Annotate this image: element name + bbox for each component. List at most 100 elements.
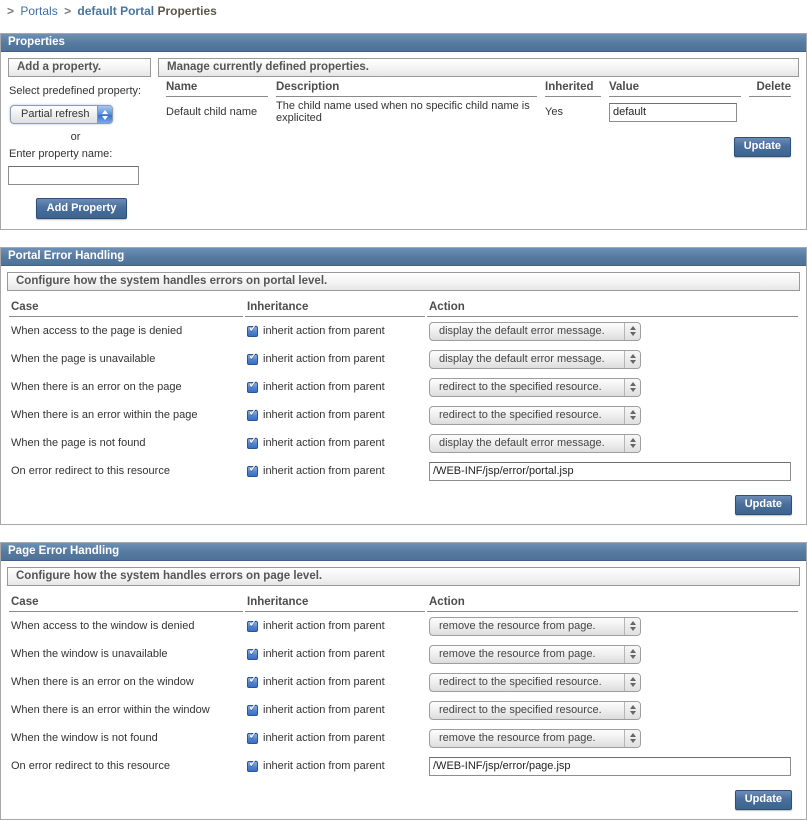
property-inherited: Yes bbox=[545, 97, 601, 127]
properties-section: Properties Add a property. Select predef… bbox=[0, 33, 807, 230]
stepper-down-icon bbox=[630, 444, 636, 448]
select-stepper bbox=[624, 379, 640, 396]
case-label: When the page is unavailable bbox=[9, 345, 243, 373]
stepper-up-icon bbox=[630, 382, 636, 386]
stepper-up-icon bbox=[630, 733, 636, 737]
column-header-action: Action bbox=[427, 297, 798, 317]
select-stepper bbox=[624, 435, 640, 452]
portal-error-subtitle: Configure how the system handles errors … bbox=[7, 272, 800, 291]
stepper-up-icon bbox=[630, 354, 636, 358]
property-name-input[interactable] bbox=[8, 166, 139, 185]
properties-table: Name Description Inherited Value Delete … bbox=[158, 77, 799, 127]
stepper-up-icon bbox=[630, 621, 636, 625]
case-label: On error redirect to this resource bbox=[9, 752, 243, 780]
select-stepper bbox=[624, 618, 640, 635]
properties-update-button[interactable]: Update bbox=[734, 137, 791, 157]
stepper-up-icon bbox=[630, 649, 636, 653]
checkbox-checked-icon: ✓ bbox=[248, 377, 259, 390]
inherit-checkbox[interactable]: ✓ bbox=[247, 705, 258, 716]
select-stepper bbox=[624, 730, 640, 747]
stepper-down-icon bbox=[630, 683, 636, 687]
checkbox-checked-icon: ✓ bbox=[248, 461, 259, 474]
inherit-label: inherit action from parent bbox=[263, 620, 385, 632]
column-header-value: Value bbox=[609, 77, 741, 97]
page-error-update-button[interactable]: Update bbox=[735, 790, 792, 810]
property-name-label: Enter property name: bbox=[9, 148, 151, 160]
inherit-checkbox[interactable]: ✓ bbox=[247, 438, 258, 449]
stepper-up-icon bbox=[630, 410, 636, 414]
inherit-checkbox[interactable]: ✓ bbox=[247, 410, 258, 421]
redirect-resource-input[interactable] bbox=[429, 757, 791, 776]
inherit-label: inherit action from parent bbox=[263, 409, 385, 421]
action-select[interactable]: remove the resource from page. bbox=[429, 729, 641, 748]
property-value-input[interactable] bbox=[609, 103, 737, 122]
action-select[interactable]: redirect to the specified resource. bbox=[429, 378, 641, 397]
inherit-label: inherit action from parent bbox=[263, 732, 385, 744]
page-error-table: Case Inheritance Action When access to t… bbox=[7, 592, 800, 780]
stepper-down-icon bbox=[630, 332, 636, 336]
stepper-down-icon bbox=[630, 739, 636, 743]
redirect-resource-input[interactable] bbox=[429, 462, 791, 481]
action-select[interactable]: display the default error message. bbox=[429, 350, 641, 369]
column-header-action: Action bbox=[427, 592, 798, 612]
action-select[interactable]: display the default error message. bbox=[429, 322, 641, 341]
case-label: When there is an error on the window bbox=[9, 668, 243, 696]
property-description: The child name used when no specific chi… bbox=[276, 97, 537, 127]
breadcrumb-link-portals[interactable]: Portals bbox=[20, 4, 57, 18]
select-stepper bbox=[624, 407, 640, 424]
breadcrumb-separator: > bbox=[7, 4, 14, 18]
add-property-button[interactable]: Add Property bbox=[36, 198, 128, 219]
column-header-case: Case bbox=[9, 297, 243, 317]
inherit-label: inherit action from parent bbox=[263, 353, 385, 365]
action-select[interactable]: remove the resource from page. bbox=[429, 617, 641, 636]
checkbox-checked-icon: ✓ bbox=[248, 616, 259, 629]
stepper-up-icon bbox=[630, 438, 636, 442]
action-selected-value: display the default error message. bbox=[430, 435, 624, 452]
manage-properties-panel: Manage currently defined properties. Nam… bbox=[158, 58, 799, 219]
breadcrumb: > Portals > default Portal Properties bbox=[0, 0, 807, 20]
stepper-down-icon bbox=[630, 711, 636, 715]
stepper-down-icon bbox=[102, 116, 108, 120]
stepper-up-icon bbox=[630, 705, 636, 709]
column-header-name: Name bbox=[166, 77, 268, 97]
action-selected-value: display the default error message. bbox=[430, 351, 624, 368]
action-selected-value: redirect to the specified resource. bbox=[430, 702, 624, 719]
inherit-label: inherit action from parent bbox=[263, 437, 385, 449]
breadcrumb-separator: > bbox=[64, 4, 71, 18]
inherit-checkbox[interactable]: ✓ bbox=[247, 382, 258, 393]
checkbox-checked-icon: ✓ bbox=[248, 405, 259, 418]
inherit-checkbox[interactable]: ✓ bbox=[247, 677, 258, 688]
inherit-checkbox[interactable]: ✓ bbox=[247, 326, 258, 337]
column-header-inherited: Inherited bbox=[545, 77, 601, 97]
stepper-down-icon bbox=[630, 388, 636, 392]
predefined-property-select[interactable]: Partial refresh bbox=[10, 105, 113, 124]
error-rule-row: On error redirect to this resource ✓inhe… bbox=[9, 457, 798, 485]
inherit-checkbox[interactable]: ✓ bbox=[247, 354, 258, 365]
inherit-checkbox[interactable]: ✓ bbox=[247, 733, 258, 744]
case-label: When the window is unavailable bbox=[9, 640, 243, 668]
action-selected-value: remove the resource from page. bbox=[430, 730, 624, 747]
error-rule-row: When there is an error on the page ✓inhe… bbox=[9, 373, 798, 401]
select-stepper bbox=[624, 702, 640, 719]
inherit-checkbox[interactable]: ✓ bbox=[247, 621, 258, 632]
action-select[interactable]: redirect to the specified resource. bbox=[429, 701, 641, 720]
page-error-subtitle: Configure how the system handles errors … bbox=[7, 567, 800, 586]
error-rule-row: When the page is unavailable ✓ inherit ac… bbox=[9, 345, 798, 373]
checkbox-checked-icon: ✓ bbox=[248, 349, 259, 362]
checkbox-checked-icon: ✓ bbox=[248, 756, 259, 769]
portal-error-update-button[interactable]: Update bbox=[735, 495, 792, 515]
column-header-inheritance: Inheritance bbox=[245, 297, 425, 317]
page-error-section: Page Error Handling Configure how the sy… bbox=[0, 542, 807, 820]
inherit-checkbox[interactable]: ✓ bbox=[247, 649, 258, 660]
action-select[interactable]: remove the resource from page. bbox=[429, 645, 641, 664]
inherit-label: inherit action from parent bbox=[263, 676, 385, 688]
inherit-label: inherit action from parent bbox=[263, 760, 385, 772]
column-header-description: Description bbox=[276, 77, 537, 97]
inherit-checkbox[interactable]: ✓ bbox=[247, 761, 258, 772]
checkbox-checked-icon: ✓ bbox=[248, 700, 259, 713]
action-select[interactable]: redirect to the specified resource. bbox=[429, 406, 641, 425]
inherit-checkbox[interactable]: ✓ bbox=[247, 466, 258, 477]
action-select[interactable]: display the default error message. bbox=[429, 434, 641, 453]
checkbox-checked-icon: ✓ bbox=[248, 672, 259, 685]
action-select[interactable]: redirect to the specified resource. bbox=[429, 673, 641, 692]
